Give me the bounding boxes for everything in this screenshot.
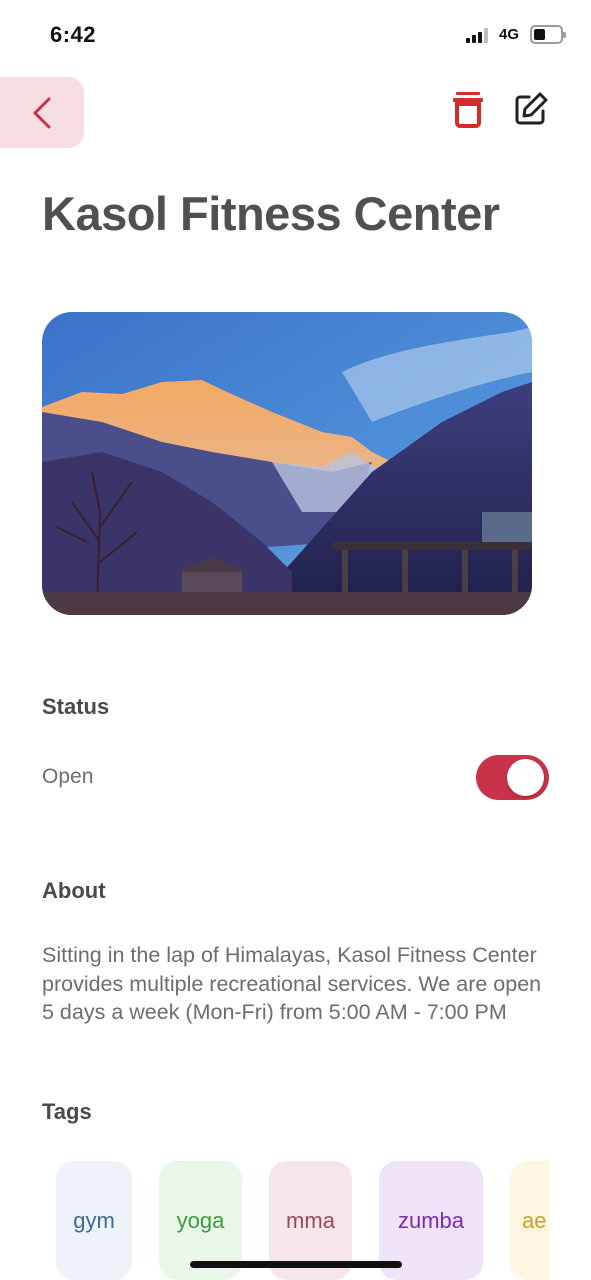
edit-icon — [515, 92, 548, 125]
home-indicator[interactable] — [190, 1261, 402, 1268]
status-label: Status — [42, 694, 110, 719]
status-value: Open — [42, 765, 94, 788]
chevron-left-icon — [33, 97, 51, 128]
edit-button[interactable] — [512, 90, 550, 128]
tag-label: mma — [286, 1207, 335, 1233]
tag-label: ae — [522, 1207, 547, 1233]
tags-label: Tags — [42, 1099, 92, 1124]
status-bar: 6:42 4G — [0, 0, 591, 70]
tag-label: gym — [73, 1207, 115, 1233]
toggle-knob — [507, 759, 544, 796]
about-text: Sitting in the lap of Himalayas, Kasol F… — [42, 943, 542, 1024]
tag-label: yoga — [176, 1207, 225, 1233]
back-button[interactable] — [0, 77, 84, 148]
about-label: About — [42, 878, 106, 903]
delete-button[interactable] — [450, 90, 486, 128]
network-type: 4G — [499, 26, 520, 43]
status-toggle[interactable] — [476, 755, 549, 800]
tag-chip[interactable]: gym — [56, 1161, 132, 1280]
tag-chip[interactable]: ae — [510, 1161, 549, 1280]
signal-icon — [466, 27, 492, 43]
trash-icon — [453, 92, 483, 128]
hero-photo — [42, 312, 532, 615]
page-title: Kasol Fitness Center — [42, 187, 500, 240]
battery-icon — [530, 25, 566, 44]
status-time: 6:42 — [50, 22, 97, 47]
tag-label: zumba — [397, 1207, 465, 1233]
